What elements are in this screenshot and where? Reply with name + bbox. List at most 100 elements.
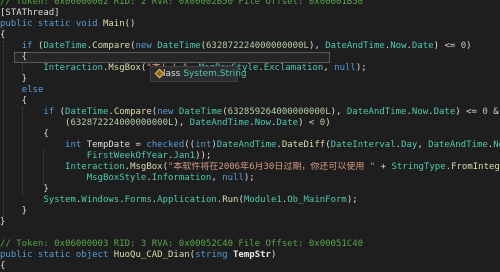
code-token: } <box>0 184 49 194</box>
type-tooltip: class System.String <box>150 66 247 82</box>
code-token: HuoQu_CAD_Dian <box>113 250 190 260</box>
code-token: FirstWeekOfYear <box>86 151 168 161</box>
code-token: Now <box>390 41 407 51</box>
code-token: Exclamation <box>263 63 324 73</box>
code-token: Windows <box>81 195 120 205</box>
code-token: Now <box>411 107 429 117</box>
code-token: null <box>222 173 244 183</box>
code-line: } <box>0 206 500 217</box>
code-token: DateTime <box>157 41 201 51</box>
code-line: if (DateTime.Compare(new DateTime(632872… <box>0 41 500 52</box>
code-token: if <box>21 41 33 51</box>
code-token: , <box>211 173 223 183</box>
code-token: // Token: 0x06000002 RID: 2 RVA: 0x00002… <box>0 0 364 7</box>
code-token: Application <box>157 195 217 205</box>
code-token: ) <box>466 41 472 51</box>
code-token: MsgBox <box>108 63 141 73</box>
code-token: int <box>65 140 87 150</box>
code-token: ) <= <box>433 41 461 51</box>
code-line: FirstWeekOfYear.Jan1)); <box>0 151 500 162</box>
code-editor[interactable]: // Token: 0x06000002 RID: 2 RVA: 0x00002… <box>0 0 500 271</box>
code-token: } <box>0 206 28 216</box>
code-token: ), <box>330 107 347 117</box>
code-token: { <box>0 129 49 139</box>
code-token: DateTime <box>178 107 223 117</box>
code-token: Now <box>254 118 271 128</box>
code-token: DateAndTime <box>428 140 488 150</box>
code-token: ); <box>355 63 367 73</box>
code-token: { <box>0 52 28 62</box>
code-token: , <box>417 140 429 150</box>
code-token: ), <box>173 118 190 128</box>
code-line: [STAThread] <box>0 8 500 19</box>
code-line: { <box>0 30 500 41</box>
code-line: (632872224000000000L), DateAndTime.Now.D… <box>0 118 500 129</box>
code-token: DateTime <box>65 107 109 117</box>
code-token: Interaction <box>43 63 103 73</box>
code-token: )); <box>195 151 212 161</box>
code-token: { <box>0 96 28 106</box>
code-line: Interaction.MsgBox("本软件将在2006年6月30日过期，你还… <box>0 162 500 173</box>
code-line: public static object HuoQu_CAD_Dian(stri… <box>0 250 500 261</box>
code-token: DateAndTime <box>346 107 407 117</box>
code-token: public static object <box>0 250 114 260</box>
code-token: 632859264000000000L <box>227 107 331 117</box>
code-line: // Token: 0x06000002 RID: 2 RVA: 0x00002… <box>0 0 500 8</box>
code-token: "本软件将在2006年6月30日过期，你还可以使用 " <box>168 162 376 172</box>
code-token: ); <box>243 173 255 183</box>
code-token: new <box>135 41 158 51</box>
code-token: public static void <box>0 19 103 29</box>
code-token: Day <box>401 140 418 150</box>
code-line: } <box>0 217 500 228</box>
code-token: ( <box>0 118 71 128</box>
code-token: checked <box>146 140 185 150</box>
code-token: DateTime <box>43 41 87 51</box>
code-token: Information <box>151 173 212 183</box>
code-token: Run <box>222 195 239 205</box>
code-token: 632872224000000000L <box>205 41 309 51</box>
code-token: Ob_MainForm <box>287 195 347 205</box>
code-line: } <box>0 184 500 195</box>
code-token: DateAndTime <box>216 140 277 150</box>
code-token: ) <box>270 250 277 260</box>
code-token: // Token: 0x06000003 RID: 3 RVA: 0x00052… <box>0 239 364 249</box>
code-line: System.Windows.Forms.Application.Run(Mod… <box>0 195 500 206</box>
code-token: FromInteger <box>451 162 500 172</box>
code-token: } <box>0 74 28 84</box>
code-token: () <box>124 19 136 29</box>
code-line: else <box>0 85 500 96</box>
code-token: ( <box>54 107 66 117</box>
code-token: & <box>493 107 499 117</box>
code-token: int <box>195 140 212 150</box>
code-token: Main <box>102 19 125 29</box>
code-token: Compare <box>113 107 152 117</box>
code-token: DateInterval <box>330 140 396 150</box>
code-token: new <box>157 107 179 117</box>
code-token: Date <box>411 41 434 51</box>
code-line: int TempDate = checked((int)DateAndTime.… <box>0 140 500 151</box>
code-token: Compare <box>92 41 131 51</box>
code-token: [STAThread] <box>0 8 60 18</box>
code-token: { <box>0 261 6 271</box>
code-token: + <box>375 162 392 172</box>
code-token: null <box>334 63 356 73</box>
code-line: public static void Main() <box>0 19 500 30</box>
code-line: } <box>0 74 500 85</box>
code-token: StringType <box>391 162 446 172</box>
code-token: System <box>43 195 76 205</box>
code-token: Jan1 <box>173 151 196 161</box>
code-token: 632872224000000000L <box>70 118 174 128</box>
tooltip-type-name: System.String <box>183 69 247 79</box>
code-token: ) < <box>298 118 320 128</box>
code-token: Module1 <box>243 195 282 205</box>
code-line: { <box>0 129 500 140</box>
code-token: { <box>0 30 6 40</box>
code-line: // Token: 0x06000003 RID: 3 RVA: 0x00052… <box>0 239 500 250</box>
